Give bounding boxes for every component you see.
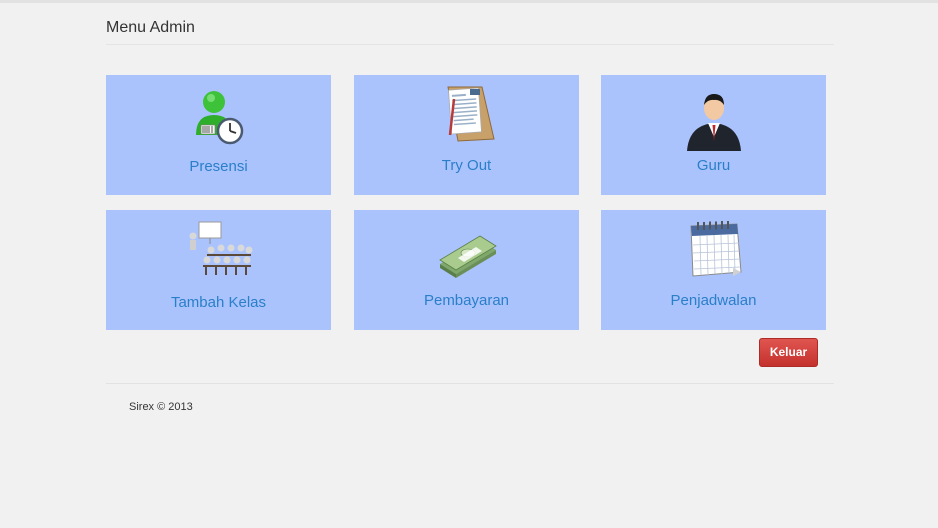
footer-divider xyxy=(106,383,834,384)
tile-label: Try Out xyxy=(441,157,492,174)
title-divider xyxy=(106,44,834,45)
tile-label: Presensi xyxy=(189,158,248,175)
tile-guru[interactable]: Guru xyxy=(601,75,826,195)
money-icon xyxy=(436,224,498,286)
tile-penjadwalan[interactable]: Penjadwalan xyxy=(601,210,826,330)
tile-try-out[interactable]: Try Out xyxy=(354,75,579,195)
tile-label: Penjadwalan xyxy=(670,292,757,309)
tile-label: Tambah Kelas xyxy=(170,294,267,311)
page-title: Menu Admin xyxy=(106,19,195,36)
logout-button[interactable]: Keluar xyxy=(759,338,818,367)
clipboard-icon xyxy=(436,83,498,145)
tile-tambah-kelas[interactable]: Tambah Kelas xyxy=(106,210,331,330)
teacher-icon xyxy=(683,89,745,151)
tile-presensi[interactable]: Presensi xyxy=(106,75,331,195)
calendar-icon xyxy=(683,218,745,280)
tile-label: Guru xyxy=(696,157,731,174)
classroom-icon xyxy=(181,218,257,280)
footer-copyright: Sirex © 2013 xyxy=(129,401,193,413)
tile-pembayaran[interactable]: Pembayaran xyxy=(354,210,579,330)
top-bar xyxy=(0,0,938,3)
user-clock-icon xyxy=(188,87,250,149)
tile-label: Pembayaran xyxy=(423,292,510,309)
